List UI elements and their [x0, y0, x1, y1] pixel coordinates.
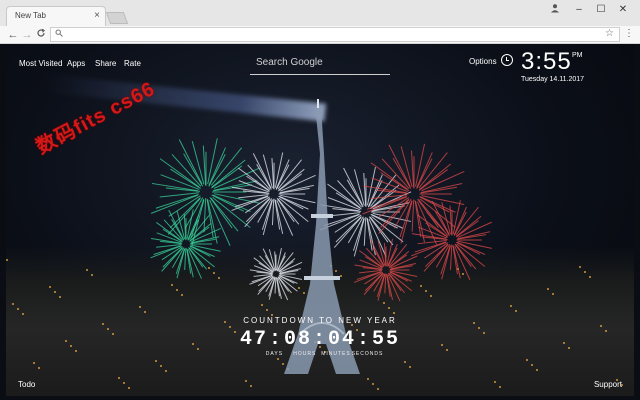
firework-streak [411, 233, 447, 240]
countdown-separator: : [268, 328, 283, 351]
apps-link[interactable]: Apps [67, 59, 85, 68]
countdown-separator: : [312, 328, 327, 351]
firework-streak [271, 158, 275, 189]
star-icon[interactable]: ☆ [605, 28, 614, 39]
reload-icon [37, 28, 46, 37]
countdown-labels: DAYS HOURS MINUTES SECONDS [6, 351, 634, 357]
share-link[interactable]: Share [95, 59, 116, 68]
firework-streak [363, 217, 367, 246]
tab-strip: New Tab × – ☐ ✕ [0, 0, 640, 26]
browser-chrome: New Tab × – ☐ ✕ ← → ☆ ⋮ [0, 0, 640, 44]
todo-link[interactable]: Todo [18, 380, 35, 389]
address-input[interactable] [67, 28, 591, 43]
firework-streak [184, 247, 187, 270]
back-button[interactable]: ← [6, 28, 20, 42]
countdown-title: COUNTDOWN TO NEW YEAR [243, 316, 397, 325]
firework-streak [160, 174, 200, 190]
countdown-days: 47 [239, 328, 268, 351]
tab-title: New Tab [15, 11, 46, 20]
omnibox[interactable]: ☆ [50, 27, 620, 43]
firework-streak [203, 198, 207, 233]
clock-time: 3:55 [521, 48, 572, 75]
firework-streak [414, 200, 422, 238]
countdown-label-seconds: SECONDS [351, 351, 384, 357]
countdown-label-minutes: MINUTES [321, 351, 351, 357]
support-link[interactable]: Support [594, 380, 622, 389]
countdown-timer: 47:08:04:55 [6, 328, 634, 351]
tab-close-icon[interactable]: × [94, 10, 100, 21]
firework-streak [333, 217, 362, 248]
close-window-button[interactable]: ✕ [612, 3, 634, 17]
rate-link[interactable]: Rate [124, 59, 141, 68]
firework-streak [327, 197, 361, 211]
firework-streak [450, 244, 453, 270]
firework-streak [271, 198, 275, 226]
firework-streak [151, 182, 198, 192]
countdown-minutes: 04 [328, 328, 357, 351]
countdown-separator: : [357, 328, 372, 351]
firework-streak [411, 150, 415, 188]
firework-streak [150, 194, 198, 214]
search-box [250, 52, 390, 75]
new-tab-page: 数码fits cs66 Most Visited Apps Share Rate… [6, 44, 634, 396]
firework-streak [150, 245, 181, 259]
firework-streak [423, 244, 449, 272]
firework-streak [411, 199, 415, 232]
clock-date: Tuesday 14.11.2017 [521, 76, 585, 83]
clock-ampm: PM [572, 52, 583, 59]
firework-streak [384, 273, 387, 294]
tab-new-tab[interactable]: New Tab × [6, 6, 106, 26]
countdown-label-hours: HOURS [293, 351, 317, 357]
new-tab-button[interactable] [105, 12, 129, 24]
minimize-button[interactable]: – [568, 3, 590, 17]
countdown-seconds: 55 [372, 328, 401, 351]
forward-button[interactable]: → [20, 28, 34, 42]
firework-streak [363, 173, 367, 207]
firework-streak [378, 199, 410, 235]
firework-streak [202, 145, 207, 186]
browser-toolbar: ← → ☆ ⋮ [0, 26, 640, 44]
firework-streak [353, 271, 382, 283]
countdown-label-days: DAYS [265, 351, 284, 357]
reload-button[interactable] [34, 28, 48, 42]
most-visited-link[interactable]: Most Visited [19, 59, 62, 68]
clock-icon[interactable] [501, 54, 513, 66]
firework-streak [416, 158, 433, 189]
countdown-hours: 08 [283, 328, 312, 351]
search-input[interactable] [250, 52, 390, 73]
menu-dots-icon[interactable]: ⋮ [624, 28, 634, 39]
options-link[interactable]: Options [469, 57, 497, 66]
maximize-button[interactable]: ☐ [590, 3, 612, 17]
firework-streak [420, 186, 458, 194]
firework-streak [411, 241, 447, 257]
profile-icon[interactable] [544, 3, 566, 17]
search-icon [55, 29, 63, 39]
firework-streak [208, 154, 226, 187]
firework-streak [274, 276, 277, 294]
